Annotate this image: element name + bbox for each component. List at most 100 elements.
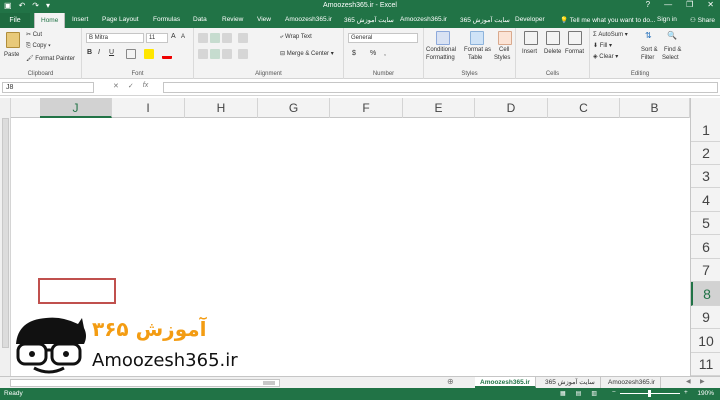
zoom-in-icon[interactable]: +	[684, 389, 688, 396]
zoom-level[interactable]: 190%	[697, 390, 714, 397]
close-icon[interactable]: ✕	[707, 0, 714, 9]
align-right-icon[interactable]	[222, 49, 232, 59]
tab-formulas[interactable]: Formulas	[153, 16, 180, 23]
zoom-out-icon[interactable]: −	[612, 389, 616, 396]
vertical-scroll-thumb[interactable]	[2, 118, 9, 348]
page-break-view-icon[interactable]: ▥	[591, 390, 597, 397]
row-header-2[interactable]: 2	[691, 142, 720, 165]
copy-button[interactable]: ⎘ Copy ▾	[26, 43, 51, 50]
add-sheet-icon[interactable]: ⊕	[447, 377, 454, 386]
row-header-8[interactable]: 8	[691, 282, 720, 306]
cut-button[interactable]: ✂ Cut	[26, 31, 42, 38]
align-top-icon[interactable]	[198, 33, 208, 43]
format-as-table-button[interactable]: Format as	[464, 47, 491, 53]
paste-button[interactable]: Paste	[4, 52, 19, 58]
sheet-nav-left-icon[interactable]: ◀	[686, 378, 691, 385]
fill-button[interactable]: ⬇ Fill ▾	[593, 42, 612, 49]
row-header-11[interactable]: 11	[691, 353, 720, 376]
active-cell-j8[interactable]	[38, 278, 116, 304]
sheet-tab-amoozesh-active[interactable]: Amoozesh365.ir	[475, 377, 536, 388]
find-select-button[interactable]: Find &	[664, 47, 681, 53]
tab-site-1[interactable]: سایت آموزش 365	[344, 16, 394, 24]
sign-in-link[interactable]: Sign in	[657, 16, 677, 23]
vertical-scrollbar[interactable]	[0, 98, 11, 376]
column-header-i[interactable]: I	[112, 98, 185, 118]
sheet-tab-site[interactable]: سایت آموزش 365	[540, 377, 601, 388]
page-layout-view-icon[interactable]: ▤	[576, 390, 582, 397]
align-middle-icon[interactable]	[210, 33, 220, 43]
delete-button[interactable]: Delete	[544, 49, 561, 55]
horizontal-scrollbar[interactable]	[10, 379, 280, 387]
column-header-g[interactable]: G	[258, 98, 330, 118]
format-painter-button[interactable]: 🖌 Format Painter	[26, 55, 75, 62]
tab-developer[interactable]: Developer	[515, 16, 545, 23]
horizontal-scroll-thumb[interactable]	[263, 381, 275, 385]
conditional-formatting-button[interactable]: Conditional	[426, 47, 456, 53]
comma-button[interactable]: ,	[384, 50, 386, 57]
sort-filter-button-2[interactable]: Filter	[641, 55, 654, 61]
column-header-f[interactable]: F	[330, 98, 403, 118]
grow-font-button[interactable]: A	[171, 33, 176, 40]
zoom-slider-knob[interactable]	[648, 390, 651, 397]
tab-file[interactable]: File	[0, 13, 30, 28]
bold-button[interactable]: B	[87, 49, 92, 56]
conditional-formatting-button-2[interactable]: Formatting	[426, 55, 455, 61]
help-icon[interactable]: ?	[646, 0, 650, 9]
row-header-4[interactable]: 4	[691, 188, 720, 212]
sort-filter-button[interactable]: Sort &	[641, 47, 658, 53]
row-header-10[interactable]: 10	[691, 329, 720, 353]
tell-me-search[interactable]: 💡 Tell me what you want to do...	[560, 16, 655, 24]
align-left-icon[interactable]	[198, 49, 208, 59]
tab-page-layout[interactable]: Page Layout	[102, 16, 139, 23]
find-select-button-2[interactable]: Select	[662, 55, 679, 61]
row-header-9[interactable]: 9	[691, 306, 720, 329]
normal-view-icon[interactable]: ▦	[560, 390, 566, 397]
column-header-e[interactable]: E	[403, 98, 475, 118]
number-format-select[interactable]: General	[348, 33, 418, 43]
tab-data[interactable]: Data	[193, 16, 207, 23]
row-header-3[interactable]: 3	[691, 165, 720, 188]
font-size-select[interactable]: 11	[146, 33, 168, 43]
align-center-icon[interactable]	[210, 49, 220, 59]
fx-icon[interactable]: fx	[143, 82, 148, 90]
cell-styles-button-2[interactable]: Styles	[494, 55, 510, 61]
format-button[interactable]: Format	[565, 49, 584, 55]
name-box[interactable]: J8	[2, 82, 94, 93]
row-header-7[interactable]: 7	[691, 259, 720, 282]
column-header-h[interactable]: H	[185, 98, 258, 118]
paste-icon[interactable]	[6, 32, 20, 48]
tab-view[interactable]: View	[257, 16, 271, 23]
borders-icon[interactable]	[126, 49, 136, 59]
align-bottom-icon[interactable]	[222, 33, 232, 43]
column-header-d[interactable]: D	[475, 98, 548, 118]
minimize-icon[interactable]: —	[664, 0, 672, 9]
select-all-corner[interactable]	[690, 98, 720, 118]
row-header-1[interactable]: 1	[691, 118, 720, 142]
merge-center-button[interactable]: ⊟ Merge & Center ▾	[280, 50, 334, 57]
formula-input[interactable]	[163, 82, 718, 93]
currency-button[interactable]: $	[352, 50, 356, 57]
tab-insert[interactable]: Insert	[72, 16, 88, 23]
row-header-5[interactable]: 5	[691, 212, 720, 235]
autosum-button[interactable]: Σ AutoSum ▾	[593, 31, 628, 38]
orientation-icon[interactable]	[238, 33, 248, 43]
tab-review[interactable]: Review	[222, 16, 243, 23]
wrap-text-button[interactable]: ⤶ Wrap Text	[280, 34, 312, 41]
tab-amoozesh-1[interactable]: Amoozesh365.ir	[285, 16, 332, 23]
tab-amoozesh-2[interactable]: Amoozesh365.ir	[400, 16, 447, 23]
fill-color-icon[interactable]	[144, 49, 154, 59]
tab-site-2[interactable]: سایت آموزش 365	[460, 16, 510, 24]
row-header-6[interactable]: 6	[691, 235, 720, 259]
underline-button[interactable]: U	[109, 49, 114, 56]
clear-button[interactable]: ◈ Clear ▾	[593, 53, 618, 60]
format-as-table-button-2[interactable]: Table	[468, 55, 482, 61]
column-header-c[interactable]: C	[548, 98, 620, 118]
cell-styles-button[interactable]: Cell	[499, 47, 509, 53]
font-color-icon[interactable]	[162, 49, 172, 59]
percent-button[interactable]: %	[370, 50, 376, 57]
column-header-j[interactable]: J	[40, 98, 112, 118]
share-button[interactable]: ⚇ Share	[690, 16, 715, 24]
shrink-font-button[interactable]: A	[181, 34, 185, 40]
indent-icon[interactable]	[238, 49, 248, 59]
tab-home[interactable]: Home	[34, 13, 66, 28]
